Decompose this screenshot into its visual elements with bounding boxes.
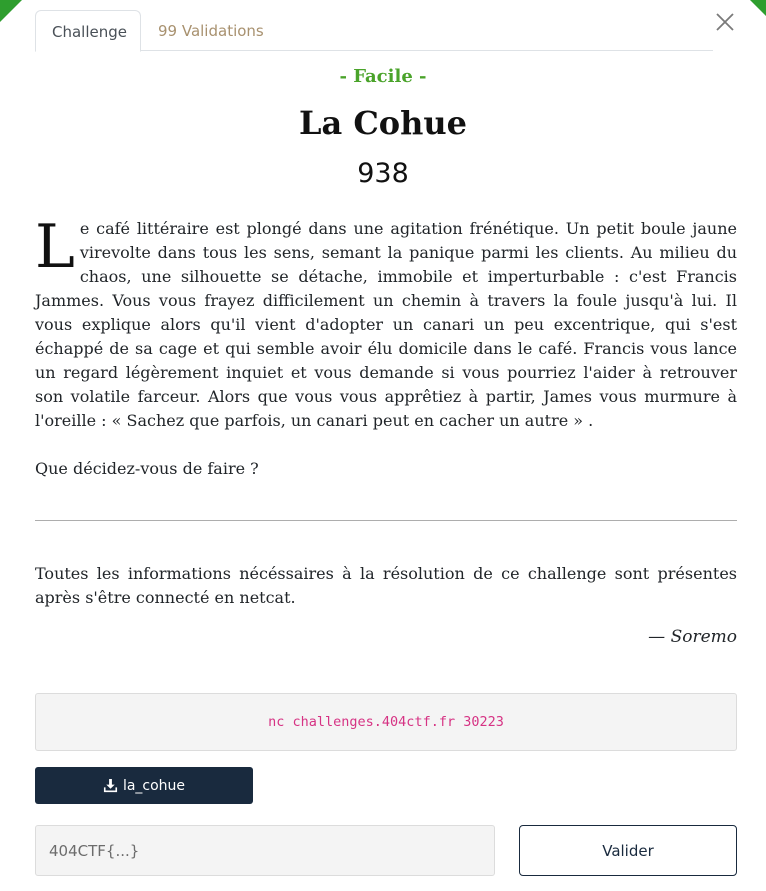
info-text: Toutes les informations nécéssaires à la… (35, 564, 737, 607)
corner-ribbon-right (750, 0, 766, 16)
close-button[interactable] (712, 9, 738, 35)
flag-input[interactable] (35, 825, 495, 876)
tab-challenge[interactable]: Challenge (35, 10, 141, 52)
divider (35, 520, 737, 521)
corner-ribbon-left (0, 0, 22, 22)
submit-button[interactable]: Valider (519, 825, 737, 876)
difficulty-label: - Facile - (339, 66, 427, 87)
close-icon (716, 13, 734, 31)
tab-bar: Challenge 99 Validations (35, 10, 713, 52)
connection-command-box[interactable]: nc challenges.404ctf.fr 30223 (35, 693, 737, 751)
download-button[interactable]: la_cohue (35, 767, 253, 804)
challenge-points: 938 (357, 158, 409, 189)
tab-validations[interactable]: 99 Validations (142, 10, 280, 52)
challenge-title: La Cohue (298, 104, 468, 142)
download-label: la_cohue (122, 777, 186, 794)
download-icon (103, 778, 118, 793)
story-text: e café littéraire est plongé dans une ag… (35, 219, 737, 430)
question-text: Que décidez-vous de faire ? (35, 459, 259, 478)
author-signature: — Soremo (648, 627, 737, 647)
drop-cap: L (35, 212, 75, 282)
connection-command[interactable]: nc challenges.404ctf.fr 30223 (268, 714, 504, 730)
challenge-description: L e café littéraire est plongé dans une … (35, 217, 737, 433)
